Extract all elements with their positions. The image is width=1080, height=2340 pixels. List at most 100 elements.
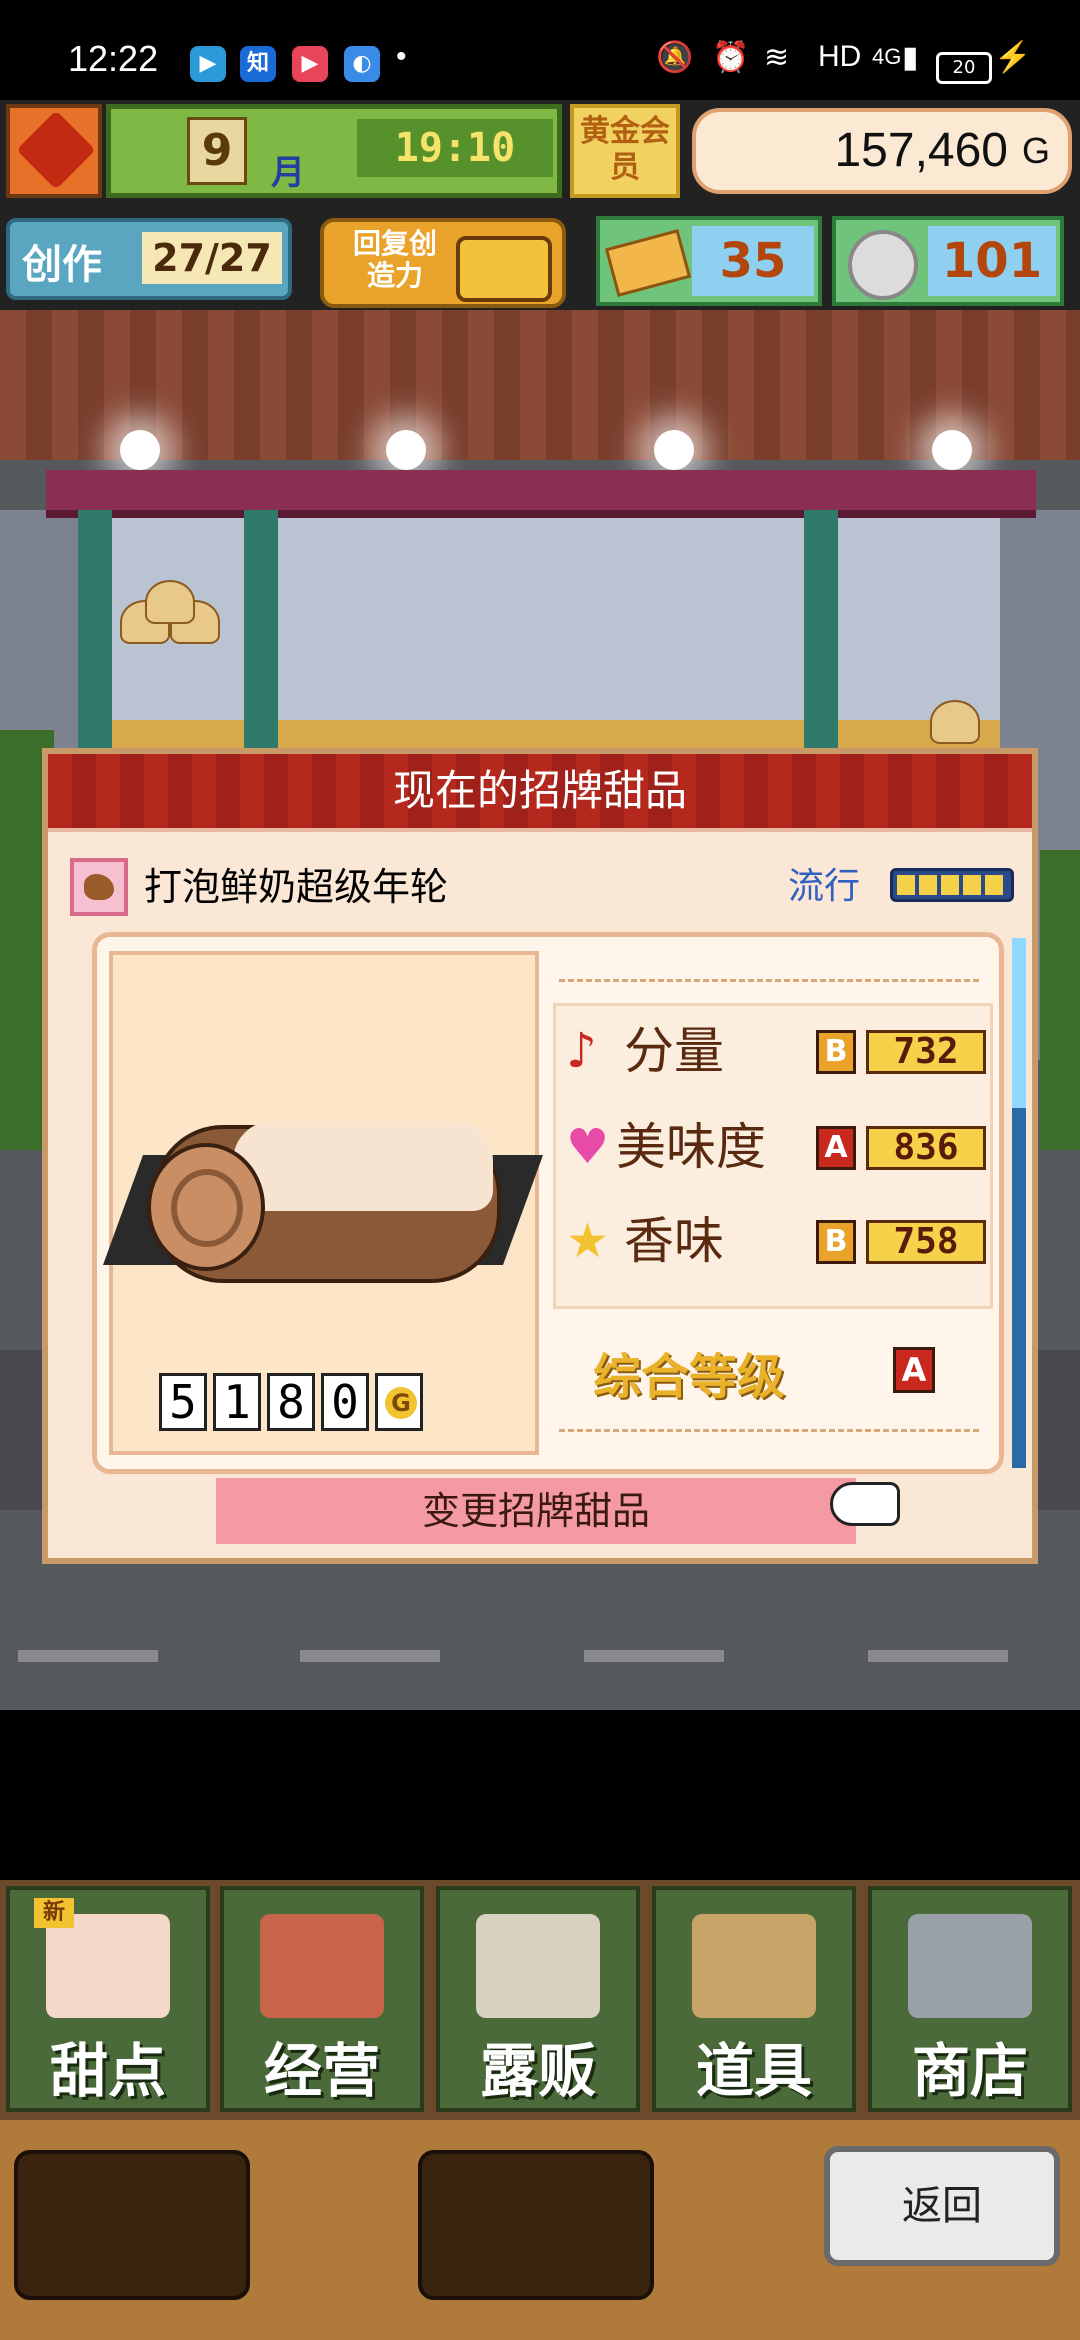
bottom-bar: 返回 — [0, 2120, 1080, 2340]
divider — [559, 1429, 979, 1432]
lane-marking — [300, 1650, 440, 1662]
ticket-icon — [604, 229, 692, 297]
money-unit: G — [1021, 130, 1050, 171]
stat-grade: B — [816, 1030, 856, 1074]
medal-counter[interactable]: 101 — [832, 216, 1064, 306]
dessert-name: 打泡鲜奶超级年轮 — [144, 865, 449, 909]
panel-title: 现在的招牌甜品 — [48, 754, 1032, 832]
stat-grade: A — [816, 1126, 856, 1170]
cake-icon — [46, 1914, 170, 2018]
money-display: 157,460 G — [692, 108, 1072, 194]
dessert-category-icon — [70, 858, 128, 916]
create-counter: 创作 27/27 — [6, 218, 292, 300]
date-bar: 9 月 19:10 — [106, 104, 562, 198]
cream-topping — [233, 1121, 493, 1211]
signal-icon: ▮ — [902, 41, 919, 74]
cellular-label: 4G — [872, 44, 902, 69]
create-value: 27/27 — [142, 232, 282, 284]
signature-dessert-panel: 现在的招牌甜品 打泡鲜奶超级年轮 流行 5 1 8 0 G ♪ 分量 B 732… — [42, 748, 1038, 1564]
price-digit: 0 — [321, 1373, 369, 1431]
lamp-light — [120, 430, 160, 470]
charging-icon: ⚡ — [994, 41, 1032, 74]
lane-marking — [584, 1650, 724, 1662]
status-bar: 12:22 ▶ 知 ▶ ◐ • 🔕 ⏰ ≋ HD 4G ▮ 20 ⚡ — [0, 0, 1080, 100]
price-unit: G — [385, 1387, 417, 1419]
shopping-cart-icon — [908, 1914, 1032, 2018]
ticket-value: 35 — [692, 226, 814, 296]
zhihu-app-icon: 知 — [240, 46, 276, 82]
new-badge: 新 — [34, 1898, 74, 1928]
ticket-counter[interactable]: 35 — [596, 216, 822, 306]
stat-value: 836 — [866, 1126, 986, 1170]
dessert-image-frame: 5 1 8 0 G — [102, 951, 544, 1455]
play-app-icon: ▶ — [190, 46, 226, 82]
lamp-light — [654, 430, 694, 470]
tv-icon — [456, 236, 552, 302]
tab-label: 甜点 — [49, 2037, 166, 2105]
empty-slot — [14, 2150, 250, 2300]
tree — [1040, 850, 1080, 1150]
restore-creativity-button[interactable]: 回复创造力 — [320, 218, 566, 308]
season-icon[interactable] — [6, 104, 102, 198]
pointing-hand-icon — [830, 1482, 900, 1526]
wifi-icon: ≋ — [764, 41, 790, 74]
tab-items[interactable]: 道具 — [652, 1886, 856, 2112]
roll-cake-swirl — [171, 1169, 243, 1247]
lamp-light — [932, 430, 972, 470]
network-label: HD — [818, 40, 862, 73]
medal-value: 101 — [928, 226, 1056, 296]
scrollbar[interactable] — [1012, 938, 1026, 1468]
shop-pillar — [244, 510, 278, 760]
stats-area: ♪ 分量 B 732 ♥ 美味度 A 836 ★ 香味 B 758 综合等级 A — [553, 951, 993, 1455]
stat-name: 美味度 — [616, 1118, 766, 1176]
music-note-icon: ♪ — [566, 1023, 597, 1079]
game-clock: 19:10 — [357, 119, 553, 177]
video-app-icon: ▶ — [292, 46, 328, 82]
overall-rank-label: 综合等级 — [593, 1349, 786, 1405]
price-digit: 1 — [213, 1373, 261, 1431]
money-value: 157,460 — [834, 124, 1008, 177]
stat-value: 732 — [866, 1030, 986, 1074]
shop-roof — [0, 310, 1080, 460]
stat-value: 758 — [866, 1220, 986, 1264]
food-truck-icon — [476, 1914, 600, 2018]
back-button[interactable]: 返回 — [824, 2146, 1060, 2266]
game-hud: 9 月 19:10 黄金会员 157,460 G 创作 27/27 回复创造力 … — [0, 100, 1080, 310]
shop-pillar — [804, 510, 838, 760]
month-unit: 月 — [271, 153, 305, 193]
divider — [559, 979, 979, 982]
battery-level: 20 — [952, 57, 976, 78]
stat-grade: B — [816, 1220, 856, 1264]
lane-marking — [868, 1650, 1008, 1662]
bread-item — [145, 580, 195, 624]
bread-item — [930, 700, 980, 744]
empty-area — [0, 1710, 1080, 1880]
medal-icon — [848, 230, 918, 300]
tab-street-stall[interactable]: 露贩 — [436, 1886, 640, 2112]
tab-desserts[interactable]: 新 甜点 — [6, 1886, 210, 2112]
tab-store[interactable]: 商店 — [868, 1886, 1072, 2112]
stat-name: 香味 — [624, 1212, 724, 1270]
shop-pillar — [78, 510, 112, 760]
status-time: 12:22 — [68, 38, 159, 79]
scrollbar-thumb[interactable] — [1012, 938, 1026, 1108]
create-label: 创作 — [22, 242, 102, 288]
overall-rank-grade: A — [893, 1347, 935, 1393]
stat-row-taste: ♥ 美味度 A 836 — [566, 1112, 986, 1182]
trend-label: 流行 — [788, 866, 861, 907]
month-value: 9 — [187, 117, 247, 185]
shop-awning — [46, 470, 1036, 518]
heart-icon: ♥ — [566, 1119, 610, 1175]
star-icon: ★ — [566, 1213, 610, 1269]
mute-icon: 🔕 — [656, 41, 694, 74]
restore-label: 回复创造力 — [352, 227, 437, 292]
gold-member-badge[interactable]: 黄金会员 — [570, 104, 680, 198]
dessert-detail-card: 5 1 8 0 G ♪ 分量 B 732 ♥ 美味度 A 836 ★ 香味 B … — [92, 932, 1004, 1474]
tab-label: 道具 — [695, 2037, 812, 2105]
tab-management[interactable]: 经营 — [220, 1886, 424, 2112]
price-digit: 8 — [267, 1373, 315, 1431]
change-signature-dessert-button[interactable]: 变更招牌甜品 — [216, 1478, 856, 1544]
stat-row-quantity: ♪ 分量 B 732 — [566, 1016, 986, 1086]
price-display: 5 1 8 0 G — [159, 1373, 423, 1431]
trend-meter-fill — [897, 875, 1007, 895]
